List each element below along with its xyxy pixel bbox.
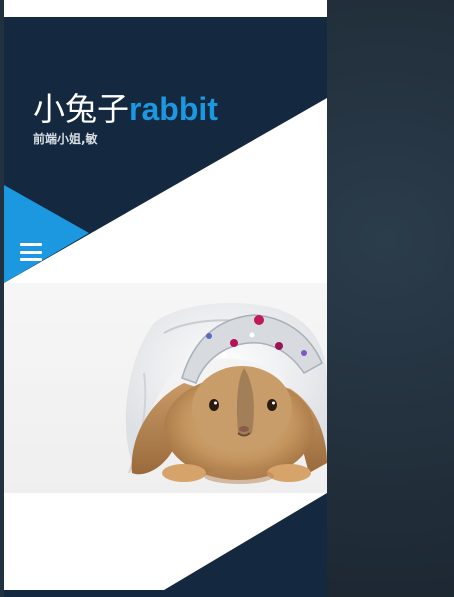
menu-bar-3 bbox=[20, 258, 42, 261]
site-title-en: rabbit bbox=[129, 91, 218, 127]
hero-image bbox=[4, 283, 327, 493]
footer-background bbox=[4, 493, 327, 597]
menu-bar-1 bbox=[20, 243, 42, 246]
menu-bar-2 bbox=[20, 250, 42, 254]
site-header: 小兔子rabbit 前端小姐,敏 bbox=[4, 17, 327, 283]
page: 小兔子rabbit 前端小姐,敏 bbox=[0, 0, 454, 597]
site-tagline: 前端小姐,敏 bbox=[33, 132, 98, 146]
site-title-cn: 小兔子 bbox=[33, 90, 130, 128]
site-panel: 小兔子rabbit 前端小姐,敏 bbox=[4, 0, 327, 597]
site-title[interactable]: 小兔子rabbit bbox=[33, 89, 218, 129]
footer-decoration bbox=[4, 493, 327, 597]
header-background bbox=[4, 17, 327, 283]
top-bar bbox=[4, 0, 327, 17]
rabbit-with-tiara-photo bbox=[125, 303, 327, 484]
hamburger-menu-icon[interactable] bbox=[20, 243, 42, 261]
